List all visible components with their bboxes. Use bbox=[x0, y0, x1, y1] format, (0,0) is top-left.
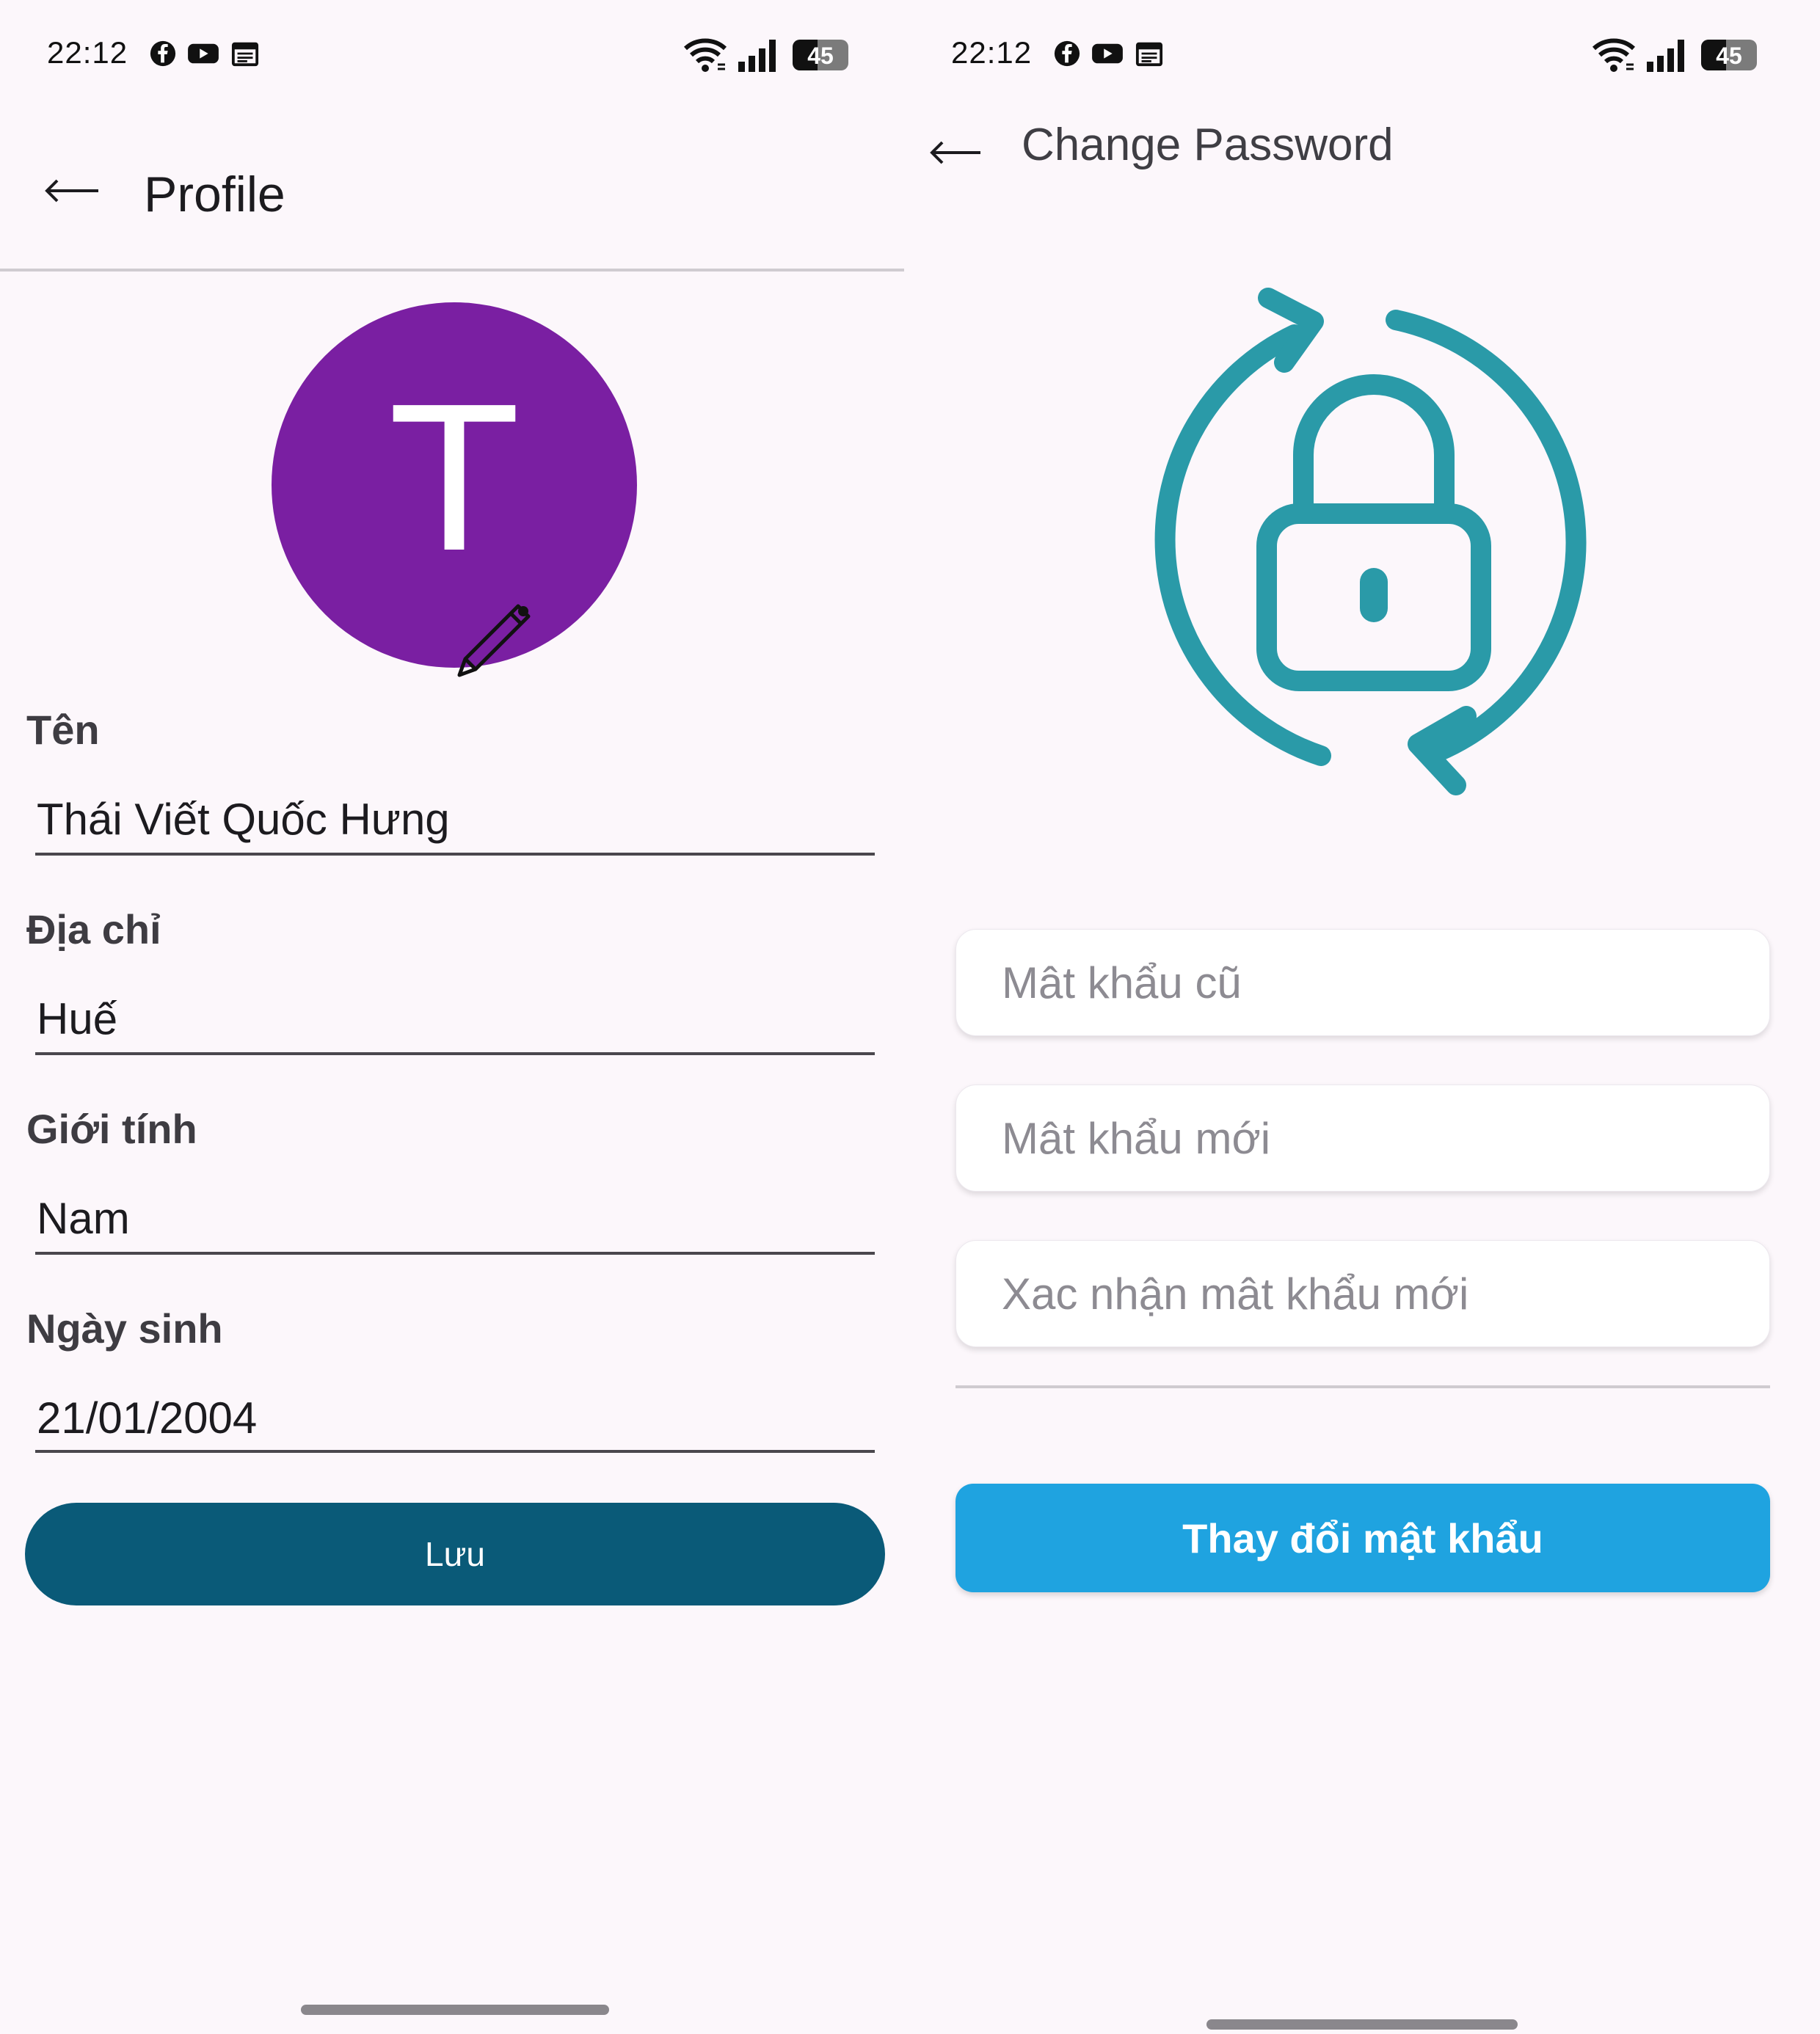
avatar-initial: T bbox=[393, 365, 515, 597]
gender-field[interactable]: Nam bbox=[37, 1193, 130, 1244]
home-indicator[interactable] bbox=[301, 2005, 609, 2015]
page-title: Profile bbox=[144, 167, 285, 222]
change-password-screen: 22:12 45 Change Password Thay đổi mật kh… bbox=[904, 0, 1820, 2034]
new-password-input[interactable] bbox=[956, 1085, 1770, 1192]
address-label: Địa chỉ bbox=[26, 906, 161, 952]
signal-icon bbox=[1647, 40, 1684, 72]
lock-refresh-icon bbox=[1154, 288, 1587, 795]
status-bar: 22:12 45 bbox=[0, 29, 904, 81]
battery-level: 45 bbox=[1716, 43, 1742, 69]
wifi-icon bbox=[1592, 38, 1636, 72]
battery-icon: 45 bbox=[793, 40, 848, 70]
status-bar: 22:12 45 bbox=[904, 29, 1820, 81]
battery-level: 45 bbox=[807, 43, 834, 69]
back-arrow-icon[interactable] bbox=[44, 176, 100, 205]
status-time: 22:12 bbox=[951, 35, 1033, 70]
confirm-password-input[interactable] bbox=[956, 1240, 1770, 1347]
pencil-edit-icon[interactable] bbox=[454, 600, 534, 681]
youtube-icon bbox=[188, 43, 219, 64]
facebook-icon bbox=[150, 40, 176, 67]
name-field[interactable]: Thái Viết Quốc Hưng bbox=[37, 794, 450, 845]
status-time: 22:12 bbox=[47, 35, 128, 70]
home-indicator[interactable] bbox=[1206, 2019, 1518, 2030]
wifi-icon bbox=[683, 38, 727, 72]
name-underline bbox=[35, 853, 875, 856]
youtube-icon bbox=[1092, 43, 1123, 64]
form-divider bbox=[956, 1385, 1770, 1388]
profile-screen: 22:12 45 Profile T Tên Thái Viết Quốc Hư… bbox=[0, 0, 904, 2034]
address-field[interactable]: Huế bbox=[37, 994, 117, 1044]
change-password-button[interactable]: Thay đổi mật khẩu bbox=[956, 1484, 1770, 1592]
facebook-icon bbox=[1054, 40, 1080, 67]
old-password-input[interactable] bbox=[956, 929, 1770, 1036]
address-underline bbox=[35, 1052, 875, 1055]
calendar-icon bbox=[1135, 42, 1163, 67]
birthdate-underline bbox=[35, 1450, 875, 1453]
birthdate-label: Ngày sinh bbox=[26, 1305, 223, 1352]
back-arrow-icon[interactable] bbox=[929, 138, 982, 167]
page-title: Change Password bbox=[1022, 120, 1394, 170]
gender-label: Giới tính bbox=[26, 1106, 197, 1152]
gender-underline bbox=[35, 1252, 875, 1255]
calendar-icon bbox=[231, 42, 259, 67]
battery-icon: 45 bbox=[1701, 40, 1757, 70]
birthdate-field[interactable]: 21/01/2004 bbox=[37, 1393, 257, 1443]
save-button[interactable]: Lưu bbox=[25, 1503, 885, 1605]
signal-icon bbox=[738, 40, 776, 72]
name-label: Tên bbox=[26, 707, 100, 753]
header-divider bbox=[0, 269, 904, 271]
